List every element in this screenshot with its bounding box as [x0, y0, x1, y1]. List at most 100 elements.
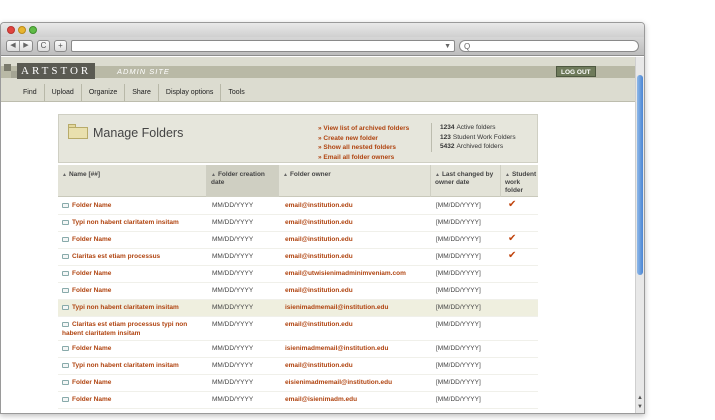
last-changed-date: [MM/DD/YYYY]	[436, 236, 481, 243]
vertical-scrollbar[interactable]: ▲ ▼	[635, 57, 644, 413]
add-tab-icon[interactable]: +	[54, 40, 67, 52]
create-folder-link[interactable]: » Create new folder	[318, 134, 409, 144]
folder-name-link[interactable]: Folder Name	[62, 287, 208, 296]
creation-date: MM/DD/YYYY	[212, 396, 254, 403]
column-header-changed[interactable]: ▲ Last changed by owner date	[430, 165, 500, 197]
scroll-up-icon[interactable]: ▲	[636, 395, 644, 401]
sort-arrow-icon: ▲	[505, 172, 510, 178]
stat-archived: 5432 Archived folders	[440, 143, 504, 150]
creation-date: MM/DD/YYYY	[212, 345, 254, 352]
table-row[interactable]: Folder Name MM/DD/YYYY email@institution.e…	[58, 232, 538, 249]
logout-button[interactable]: LOG OUT	[556, 66, 596, 77]
back-icon[interactable]: ◀	[7, 41, 20, 51]
folder-name-link[interactable]: Claritas est etiam processus typi non ha…	[62, 321, 208, 338]
folder-name-link[interactable]: Folder Name	[62, 270, 208, 279]
table-row[interactable]: Folder Name MM/DD/YYYY email@institution.e…	[58, 198, 538, 215]
email-owners-link[interactable]: » Email all folder owners	[318, 153, 409, 163]
scroll-down-icon[interactable]: ▼	[636, 404, 644, 410]
folder-icon	[62, 379, 69, 385]
folder-name-link[interactable]: Folder Name	[62, 379, 208, 388]
folder-name-link[interactable]: Folder Name	[62, 345, 208, 354]
close-window-icon[interactable]	[7, 26, 15, 34]
column-header-student[interactable]: ▲ Student work folder	[500, 165, 538, 197]
checkmark-icon: ✔	[508, 233, 517, 244]
last-changed-date: [MM/DD/YYYY]	[436, 253, 481, 260]
table-header: ▲ Name [##] ▲ Folder creation date ▲ Folder…	[58, 165, 538, 197]
table-row[interactable]: Claritas est etiam processus MM/DD/YYYY em…	[58, 249, 538, 266]
column-header-created[interactable]: ▲ Folder creation date	[206, 165, 278, 197]
view-archived-link[interactable]: » View list of archived folders	[318, 124, 409, 134]
zoom-window-icon[interactable]	[29, 26, 37, 34]
browser-search-input[interactable]: Q	[459, 40, 639, 52]
table-row[interactable]: Folder Name MM/DD/YYYY isienimadmemail@ins…	[58, 341, 538, 358]
owner-email-link[interactable]: email@institution.edu	[285, 321, 353, 330]
folder-name-link[interactable]: Typi non habent claritatem insitam	[62, 304, 208, 313]
show-nested-link[interactable]: » Show all nested folders	[318, 143, 409, 153]
creation-date: MM/DD/YYYY	[212, 304, 254, 311]
folder-icon	[62, 219, 69, 225]
creation-date: MM/DD/YYYY	[212, 270, 254, 277]
table-row[interactable]: Typi non habent claritatem insitam MM/DD/…	[58, 215, 538, 232]
folder-icon	[62, 304, 69, 310]
folder-icon	[62, 236, 69, 242]
last-changed-date: [MM/DD/YYYY]	[436, 362, 481, 369]
chevron-down-icon[interactable]: ▼	[444, 41, 451, 52]
folder-name-link[interactable]: Claritas est etiam processus	[62, 253, 208, 262]
scrollbar-thumb[interactable]	[637, 75, 643, 275]
menu-item-tools[interactable]: Tools	[221, 84, 251, 101]
owner-email-link[interactable]: email@institution.edu	[285, 219, 353, 228]
folder-icon	[62, 345, 69, 351]
table-row[interactable]: Folder Name MM/DD/YYYY eisienimadmemail@in…	[58, 375, 538, 392]
table-row[interactable]: Folder Name MM/DD/YYYY email@isienimadm.ed…	[58, 392, 538, 409]
reload-icon[interactable]: C	[37, 40, 50, 52]
owner-email-link[interactable]: eisienimadmemail@institution.edu	[285, 379, 392, 388]
checkmark-icon: ✔	[508, 250, 517, 261]
table-row[interactable]: Folder Name MM/DD/YYYY email@utwisienimadm…	[58, 266, 538, 283]
column-header-name[interactable]: ▲ Name [##]	[58, 165, 206, 197]
main-menu: Find Upload Organize Share Display optio…	[16, 84, 252, 101]
creation-date: MM/DD/YYYY	[212, 321, 254, 328]
owner-email-link[interactable]: email@institution.edu	[285, 253, 353, 262]
table-row[interactable]: Folder Name MM/DD/YYYY email@institution.e…	[58, 283, 538, 300]
owner-email-link[interactable]: email@institution.edu	[285, 202, 353, 211]
folder-name-link[interactable]: Folder Name	[62, 396, 208, 405]
forward-icon[interactable]: ▶	[20, 41, 32, 51]
last-changed-date: [MM/DD/YYYY]	[436, 321, 481, 328]
menu-item-display-options[interactable]: Display options	[159, 84, 222, 101]
owner-email-link[interactable]: email@institution.edu	[285, 287, 353, 296]
folder-name-link[interactable]: Typi non habent claritatem insitam	[62, 362, 208, 371]
artstor-logo[interactable]: ARTSTOR	[17, 63, 96, 79]
creation-date: MM/DD/YYYY	[212, 287, 254, 294]
logo-square-icon	[4, 64, 11, 71]
last-changed-date: [MM/DD/YYYY]	[436, 396, 481, 403]
owner-email-link[interactable]: email@isienimadm.edu	[285, 396, 357, 405]
table-row[interactable]: Typi non habent claritatem insitam MM/DD/…	[58, 300, 538, 317]
folder-name-link[interactable]: Folder Name	[62, 236, 208, 245]
sort-arrow-icon: ▲	[211, 172, 216, 178]
last-changed-date: [MM/DD/YYYY]	[436, 345, 481, 352]
creation-date: MM/DD/YYYY	[212, 202, 254, 209]
owner-email-link[interactable]: isienimadmemail@institution.edu	[285, 304, 389, 313]
owner-email-link[interactable]: email@utwisienimadminimveniam.com	[285, 270, 406, 279]
folder-stats: 1234 Active folders 123 Student Work Folde…	[431, 123, 531, 152]
column-header-owner[interactable]: ▲ Folder owner	[278, 165, 430, 197]
folder-name-link[interactable]: Typi non habent claritatem insitam	[62, 219, 208, 228]
folder-name-link[interactable]: Folder Name	[62, 202, 208, 211]
table-row[interactable]: Claritas est etiam processus typi non ha…	[58, 317, 538, 341]
last-changed-date: [MM/DD/YYYY]	[436, 379, 481, 386]
menu-item-share[interactable]: Share	[125, 84, 159, 101]
menu-item-organize[interactable]: Organize	[82, 84, 126, 101]
last-changed-date: [MM/DD/YYYY]	[436, 219, 481, 226]
table-row[interactable]: Typi non habent claritatem insitam MM/DD/…	[58, 358, 538, 375]
site-header: ARTSTOR ADMIN SITE LOG OUT Find Upload O…	[1, 57, 637, 102]
creation-date: MM/DD/YYYY	[212, 236, 254, 243]
minimize-window-icon[interactable]	[18, 26, 26, 34]
owner-email-link[interactable]: isienimadmemail@institution.edu	[285, 345, 389, 354]
menu-item-upload[interactable]: Upload	[45, 84, 82, 101]
owner-email-link[interactable]: email@institution.edu	[285, 236, 353, 245]
url-input[interactable]: ▼	[71, 40, 455, 52]
owner-email-link[interactable]: email@institution.edu	[285, 362, 353, 371]
sort-arrow-icon: ▲	[62, 172, 67, 178]
folder-icon	[62, 362, 69, 368]
menu-item-find[interactable]: Find	[16, 84, 45, 101]
